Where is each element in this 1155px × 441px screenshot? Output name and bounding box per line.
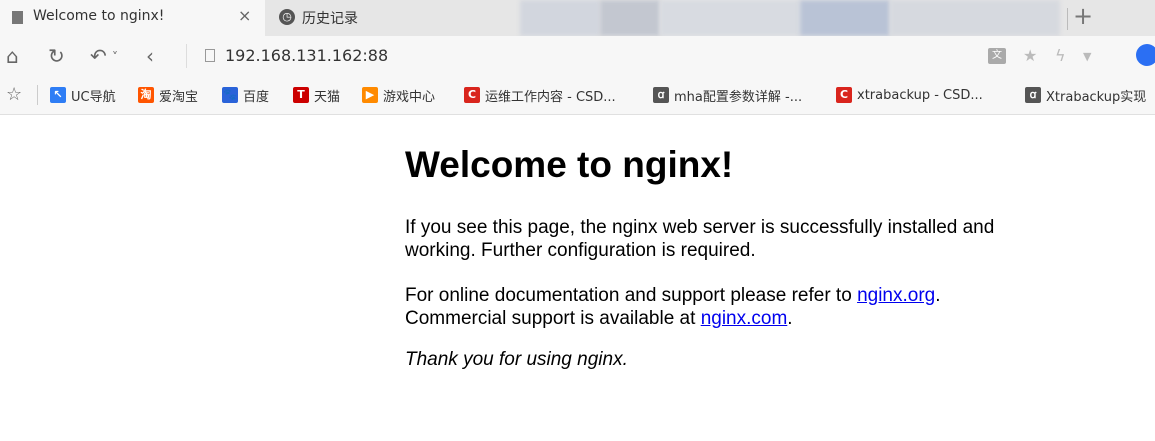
tab-separator	[1067, 8, 1068, 30]
divider	[37, 85, 38, 105]
bookmark-label: 百度	[243, 89, 270, 105]
new-tab-button[interactable]: +	[1073, 2, 1093, 30]
close-tab-icon[interactable]: ×	[238, 6, 251, 25]
bookmark-label: 天猫	[314, 89, 341, 105]
blurred-region	[520, 0, 600, 36]
intro-paragraph: If you see this page, the nginx web serv…	[405, 217, 995, 261]
punct: .	[935, 285, 941, 306]
docs-text: For online documentation and support ple…	[405, 285, 858, 306]
bookmark-item[interactable]: ꭤ Xtrabackup实现	[1025, 76, 1146, 114]
tab-title: Welcome to nginx!	[33, 8, 165, 24]
taobao-icon: 淘	[138, 87, 154, 103]
bookmarks-bar: ☆ ↖ UC导航淘爱淘宝 🐾 百度 T 天猫 ▶ 游戏中心 C 运维工作内容 - CSD... ꭤ m…	[0, 76, 1155, 115]
thanks-text: Thank you for using nginx.	[405, 349, 628, 370]
bookmark-item[interactable]: ꭤ mha配置参数详解 -...	[653, 76, 802, 114]
bookmark-item[interactable]: ↖ UC导航	[50, 76, 116, 114]
signature-icon: ꭤ	[1025, 87, 1041, 103]
lightning-icon[interactable]: ϟ	[1055, 46, 1066, 65]
bookmark-label: Xtrabackup实现	[1046, 89, 1147, 105]
baidu-paw-icon: 🐾	[222, 87, 238, 103]
blurred-region	[890, 0, 1060, 36]
page-icon	[205, 49, 215, 62]
game-center-icon: ▶	[362, 87, 378, 103]
tab-title: 历史记录	[302, 11, 358, 27]
tab-welcome-nginx[interactable]: Welcome to nginx! ×	[0, 0, 265, 36]
signature-icon: ꭤ	[653, 87, 669, 103]
star-icon[interactable]: ★	[1023, 46, 1037, 65]
nginx-com-link[interactable]: nginx.com	[701, 308, 788, 329]
address-bar[interactable]: 192.168.131.162:88	[225, 46, 388, 65]
document-icon	[12, 11, 23, 24]
bookmark-label: UC导航	[71, 89, 116, 105]
bookmark-item[interactable]: Cxtrabackup - CSD...	[836, 76, 983, 114]
blurred-region	[600, 0, 660, 36]
bookmark-label: xtrabackup - CSD...	[857, 87, 983, 103]
home-icon[interactable]: ⌂	[6, 44, 19, 68]
back-icon[interactable]: ‹	[146, 44, 154, 68]
navigation-toolbar: ⌂ ↻ ↶ ˅ ‹	[0, 36, 1155, 76]
bookmark-item[interactable]: T 天猫	[293, 76, 340, 114]
clock-icon: ◷	[279, 9, 295, 25]
extension-icon[interactable]	[1136, 44, 1155, 66]
dropdown-icon[interactable]: ▼	[1083, 50, 1091, 63]
bookmark-label: mha配置参数详解 -...	[674, 89, 803, 105]
bookmark-item[interactable]: C 运维工作内容 - CSD...	[464, 76, 616, 114]
punct: .	[787, 308, 793, 329]
tmall-icon: T	[293, 87, 309, 103]
bookmark-label: 运维工作内容 - CSD...	[485, 89, 616, 105]
blurred-region	[660, 0, 800, 36]
bookmark-item[interactable]: 淘爱淘宝	[138, 76, 198, 114]
chevron-down-icon[interactable]: ˅	[112, 50, 118, 64]
divider	[186, 44, 187, 68]
bookmark-label: 游戏中心	[383, 89, 436, 105]
bookmark-item[interactable]: ▶ 游戏中心	[362, 76, 435, 114]
bookmark-label: 爱淘宝	[159, 89, 199, 105]
blurred-region	[800, 0, 890, 36]
csdn-icon: C	[836, 87, 852, 103]
bookmark-item[interactable]: 🐾 百度	[222, 76, 269, 114]
undo-close-icon[interactable]: ↶	[90, 44, 107, 68]
uc-nav-icon: ↖	[50, 87, 66, 103]
csdn-icon: C	[464, 87, 480, 103]
tab-history[interactable]: ◷ 历史记录	[265, 0, 525, 36]
nginx-org-link[interactable]: nginx.org	[857, 285, 935, 306]
bookmark-star-icon[interactable]: ☆	[6, 84, 22, 105]
tab-strip: Welcome to nginx! × ◷ 历史记录 +	[0, 0, 1155, 36]
reload-icon[interactable]: ↻	[48, 44, 65, 68]
translate-icon[interactable]: 文	[988, 48, 1006, 64]
page-title: Welcome to nginx!	[405, 144, 734, 185]
commercial-text: Commercial support is available at	[405, 308, 701, 329]
docs-paragraph: For online documentation and support ple…	[405, 284, 1045, 330]
